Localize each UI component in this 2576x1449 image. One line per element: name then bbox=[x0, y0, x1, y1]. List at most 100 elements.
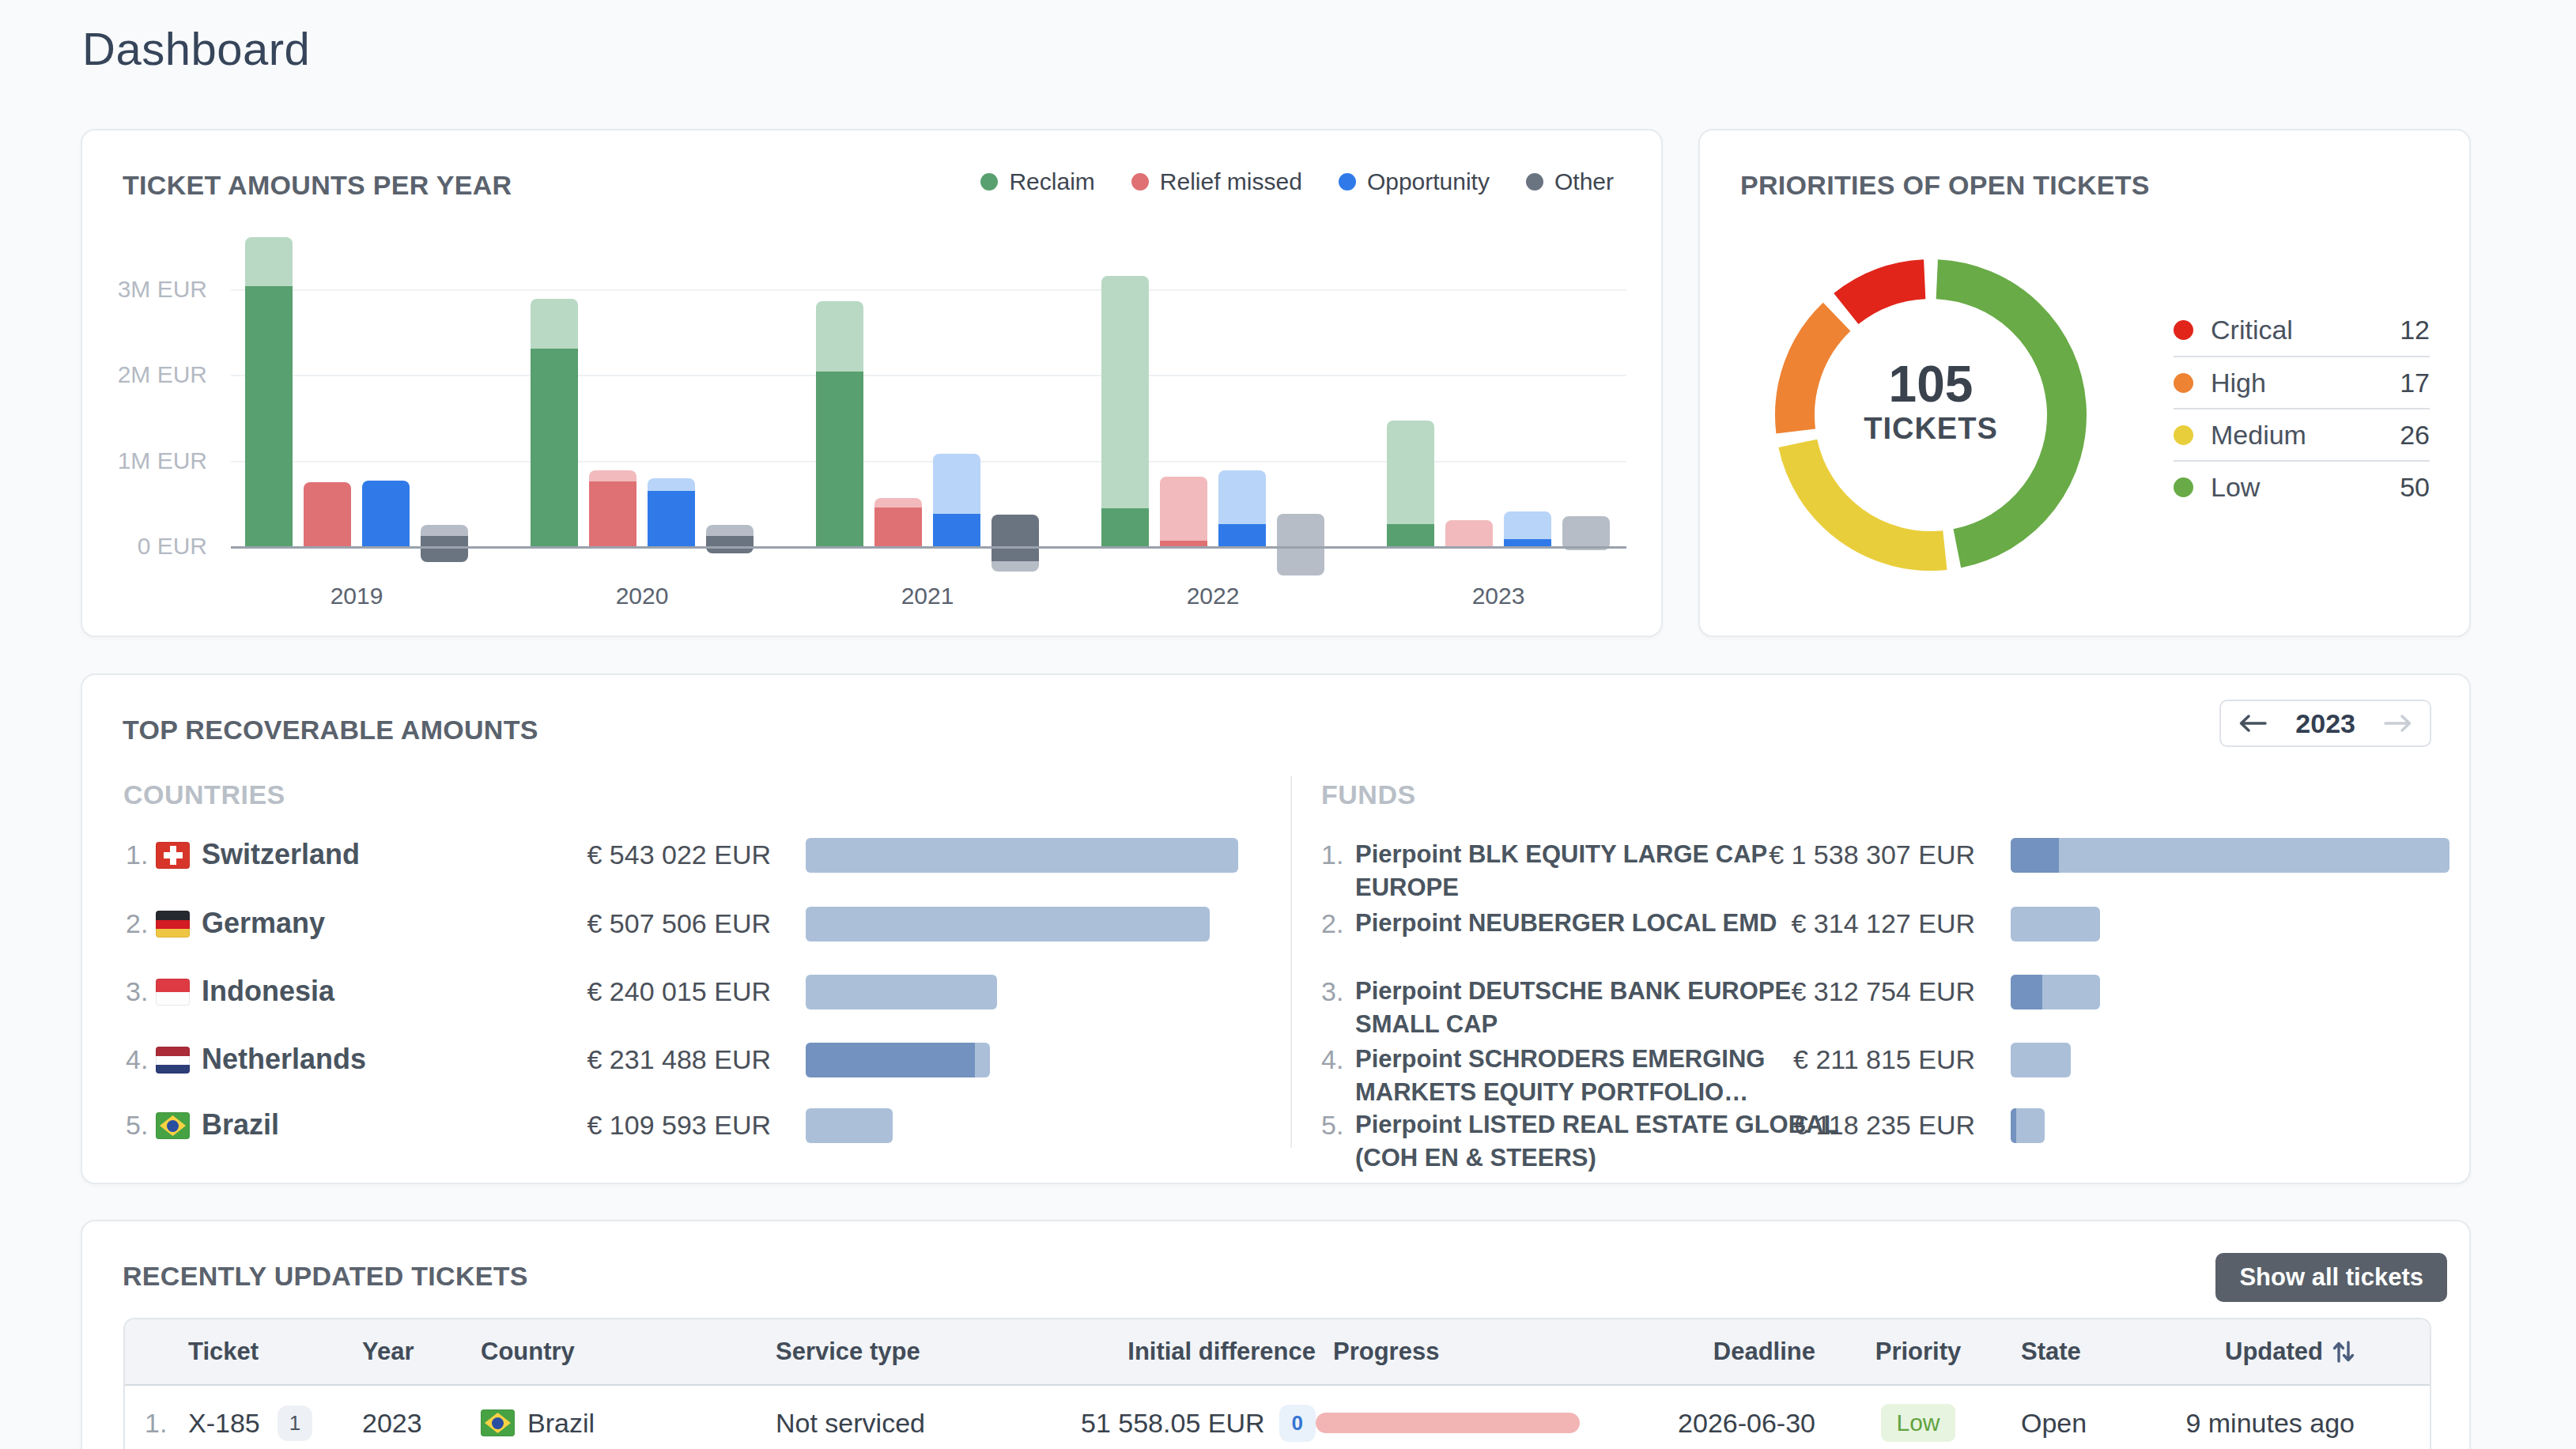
bar-segment bbox=[706, 525, 754, 536]
column-header-service-type[interactable]: Service type bbox=[776, 1338, 1014, 1366]
priority-value: 50 bbox=[2400, 472, 2430, 503]
bar-segment bbox=[1387, 421, 1434, 524]
donut-segment-critical[interactable] bbox=[1846, 279, 1924, 308]
column-header-updated[interactable]: Updated bbox=[2145, 1338, 2430, 1366]
fund-amount-bar bbox=[2011, 975, 2100, 1009]
priorities-title: PRIORITIES OF OPEN TICKETS bbox=[1740, 170, 2150, 201]
bar-reclaim bbox=[1387, 421, 1434, 547]
fund-name: Pierpoint NEUBERGER LOCAL EMD bbox=[1355, 909, 1777, 938]
column-header-deadline[interactable]: Deadline bbox=[1667, 1338, 1815, 1366]
priority-dot-low bbox=[2174, 477, 2193, 497]
priority-badge: Low bbox=[1881, 1404, 1955, 1442]
fund-name: EUROPE bbox=[1355, 874, 1459, 902]
fund-amount-bar bbox=[2011, 1043, 2071, 1077]
x-axis-label: 2021 bbox=[880, 583, 975, 609]
fund-name: SMALL CAP bbox=[1355, 1010, 1498, 1039]
y-axis-label: 3M EUR bbox=[82, 276, 207, 303]
bar-opportunity bbox=[648, 478, 695, 547]
bar-dark-part bbox=[2011, 1108, 2016, 1143]
fund-amount: € 1 538 307 EUR bbox=[1727, 840, 1975, 870]
fund-rank: 1. bbox=[1321, 840, 1343, 870]
bar-segment bbox=[933, 514, 980, 547]
bar-dark-part bbox=[806, 1043, 975, 1077]
show-all-tickets-button[interactable]: Show all tickets bbox=[2215, 1253, 2447, 1302]
country-amount: € 507 506 EUR bbox=[509, 908, 771, 939]
donut-center: 105 TICKETS bbox=[1812, 358, 2049, 447]
ticket-count-badge: 1 bbox=[278, 1406, 312, 1441]
top-recoverable-rows: 1.Switzerland€ 543 022 EUR2.Germany€ 507… bbox=[82, 675, 2469, 1183]
sort-icon[interactable] bbox=[2332, 1339, 2355, 1364]
country-name: Brazil bbox=[202, 1108, 279, 1141]
bar-segment bbox=[245, 286, 293, 547]
fund-amount: € 211 815 EUR bbox=[1727, 1044, 1975, 1075]
x-axis-label: 2020 bbox=[595, 583, 689, 609]
country-name: Switzerland bbox=[202, 838, 360, 871]
country-name: Indonesia bbox=[202, 975, 334, 1008]
nl-flag-icon bbox=[156, 1047, 190, 1074]
cell-initial-difference: 51 558.05 EUR0 bbox=[1014, 1405, 1316, 1442]
country-amount-bar bbox=[806, 907, 1210, 941]
bar-segment bbox=[1504, 511, 1551, 540]
cell-service-type: Not serviced bbox=[776, 1408, 1014, 1439]
priority-legend-row: Critical12 bbox=[2174, 304, 2430, 356]
fund-name: MARKETS EQUITY PORTFOLIO… bbox=[1355, 1078, 1748, 1107]
country-amount-bar bbox=[806, 1043, 990, 1077]
bar-segment bbox=[589, 481, 636, 547]
bar-relief-missed bbox=[874, 498, 922, 547]
top-recoverable-card: TOP RECOVERABLE AMOUNTS 2023 COUNTRIES F… bbox=[81, 674, 2471, 1184]
column-header-progress[interactable]: Progress bbox=[1316, 1338, 1667, 1366]
bar-segment bbox=[1101, 508, 1149, 547]
tickets-table-header: TicketYearCountryService typeInitial dif… bbox=[125, 1319, 2430, 1386]
bar-opportunity bbox=[1504, 511, 1551, 547]
table-row[interactable]: 1.X-18512023BrazilNot serviced51 558.05 … bbox=[125, 1386, 2430, 1449]
page-title: Dashboard bbox=[82, 22, 310, 75]
cell-year: 2023 bbox=[362, 1408, 481, 1439]
column-header-priority[interactable]: Priority bbox=[1815, 1338, 2021, 1366]
column-header-ticket[interactable]: Ticket bbox=[188, 1338, 362, 1366]
bar-other bbox=[1277, 514, 1324, 575]
fund-rank: 4. bbox=[1321, 1044, 1343, 1075]
cell-ticket: X-1851 bbox=[188, 1406, 362, 1441]
country-name: Germany bbox=[202, 907, 325, 940]
grid-line bbox=[231, 289, 1626, 291]
bar-segment bbox=[421, 536, 468, 563]
br-flag-icon bbox=[481, 1409, 515, 1436]
column-header-state[interactable]: State bbox=[2021, 1338, 2145, 1366]
bar-segment bbox=[706, 536, 754, 553]
priorities-legend: Critical12High17Medium26Low50 bbox=[2174, 304, 2430, 512]
fund-name: (COH EN & STEERS) bbox=[1355, 1144, 1596, 1172]
column-header-initial-difference[interactable]: Initial difference bbox=[1014, 1338, 1316, 1366]
country-rank: 2. bbox=[126, 908, 148, 939]
id-flag-icon bbox=[156, 979, 190, 1006]
bar-relief-missed bbox=[589, 470, 636, 547]
fund-amount-bar bbox=[2011, 1108, 2045, 1143]
column-header-year[interactable]: Year bbox=[362, 1338, 481, 1366]
priority-label: Medium bbox=[2211, 420, 2306, 451]
country-rank: 1. bbox=[126, 840, 148, 870]
bar-reclaim bbox=[531, 299, 578, 547]
country-amount-bar bbox=[806, 1108, 893, 1143]
bar-segment bbox=[1445, 520, 1493, 547]
priority-label: High bbox=[2211, 368, 2266, 398]
bar-dark-part bbox=[2011, 975, 2042, 1009]
progress-bar bbox=[1316, 1413, 1580, 1433]
bar-segment bbox=[874, 508, 922, 547]
recently-updated-title: RECENTLY UPDATED TICKETS bbox=[123, 1261, 528, 1292]
fund-amount: € 314 127 EUR bbox=[1727, 908, 1975, 939]
fund-name: Pierpoint BLK EQUITY LARGE CAP bbox=[1355, 840, 1767, 869]
country-name: Netherlands bbox=[202, 1043, 366, 1076]
x-axis-label: 2023 bbox=[1451, 583, 1546, 609]
fund-amount-bar bbox=[2011, 838, 2449, 873]
priority-legend-row: Medium 26 bbox=[2174, 408, 2430, 460]
cell-priority: Low bbox=[1815, 1404, 2021, 1442]
priority-label: Low bbox=[2211, 472, 2260, 503]
bar-segment bbox=[648, 491, 695, 547]
bar-segment bbox=[245, 237, 293, 286]
priority-value: 26 bbox=[2400, 420, 2430, 451]
country-amount: € 231 488 EUR bbox=[509, 1044, 771, 1075]
fund-rank: 3. bbox=[1321, 976, 1343, 1007]
column-header-country[interactable]: Country bbox=[481, 1338, 776, 1366]
donut-segment-medium[interactable] bbox=[1798, 443, 1945, 551]
bar-segment bbox=[1218, 524, 1266, 547]
br-flag-icon bbox=[156, 1112, 190, 1139]
